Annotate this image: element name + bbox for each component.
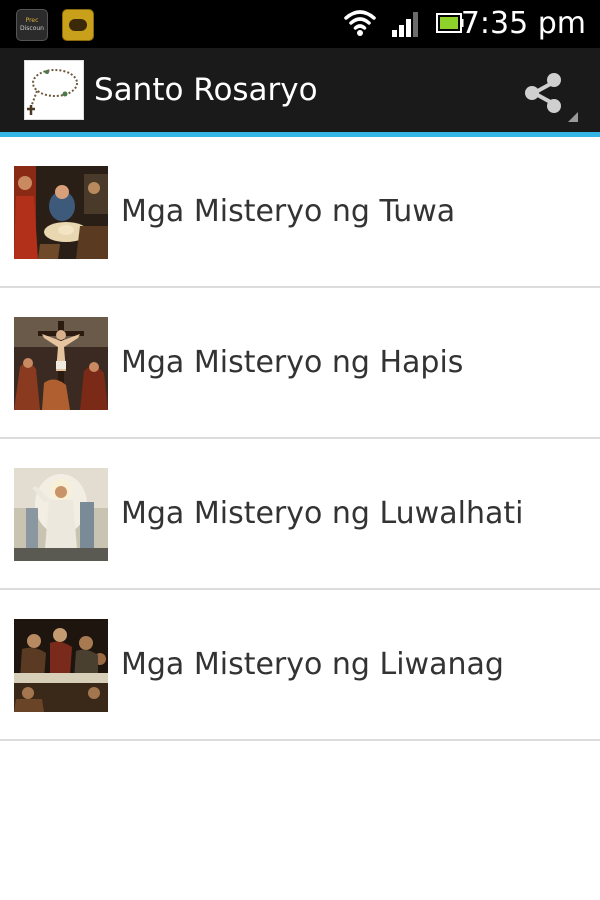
status-clock: 7:35 pm <box>460 6 586 41</box>
list-item-label: Mga Misteryo ng Tuwa <box>121 194 456 229</box>
last-supper-painting-thumbnail <box>14 619 108 712</box>
list-item-label: Mga Misteryo ng Luwalhati <box>121 496 524 531</box>
battery-icon <box>436 13 464 33</box>
rosary-icon[interactable] <box>24 60 84 120</box>
crucifixion-painting-thumbnail <box>14 317 108 410</box>
list-item-label: Mga Misteryo ng Hapis <box>121 345 464 380</box>
status-bar: Prec Discoun 7:35 pm <box>0 0 600 48</box>
app-title: Santo Rosaryo <box>94 72 318 108</box>
action-bar: Santo Rosaryo <box>0 48 600 132</box>
signal-strength-icon <box>392 12 418 37</box>
list-item-luwalhati[interactable]: Mga Misteryo ng Luwalhati <box>0 439 600 590</box>
game-app-notification-icon <box>62 9 94 41</box>
resurrection-painting-thumbnail <box>14 468 108 561</box>
list-item-hapis[interactable]: Mga Misteryo ng Hapis <box>0 288 600 439</box>
share-icon[interactable] <box>512 60 582 124</box>
wifi-icon <box>344 10 376 36</box>
mysteries-list: Mga Misteryo ng Tuwa Mga Misteryo ng Hap… <box>0 137 600 741</box>
developer-app-notification-icon: Prec Discoun <box>16 9 48 41</box>
list-item-liwanag[interactable]: Mga Misteryo ng Liwanag <box>0 590 600 741</box>
list-item-label: Mga Misteryo ng Liwanag <box>121 647 504 682</box>
nativity-painting-thumbnail <box>14 166 108 259</box>
dev-icon-text-line2: Discoun <box>20 25 44 32</box>
list-item-tuwa[interactable]: Mga Misteryo ng Tuwa <box>0 137 600 288</box>
dev-icon-text-line1: Prec <box>25 17 39 24</box>
